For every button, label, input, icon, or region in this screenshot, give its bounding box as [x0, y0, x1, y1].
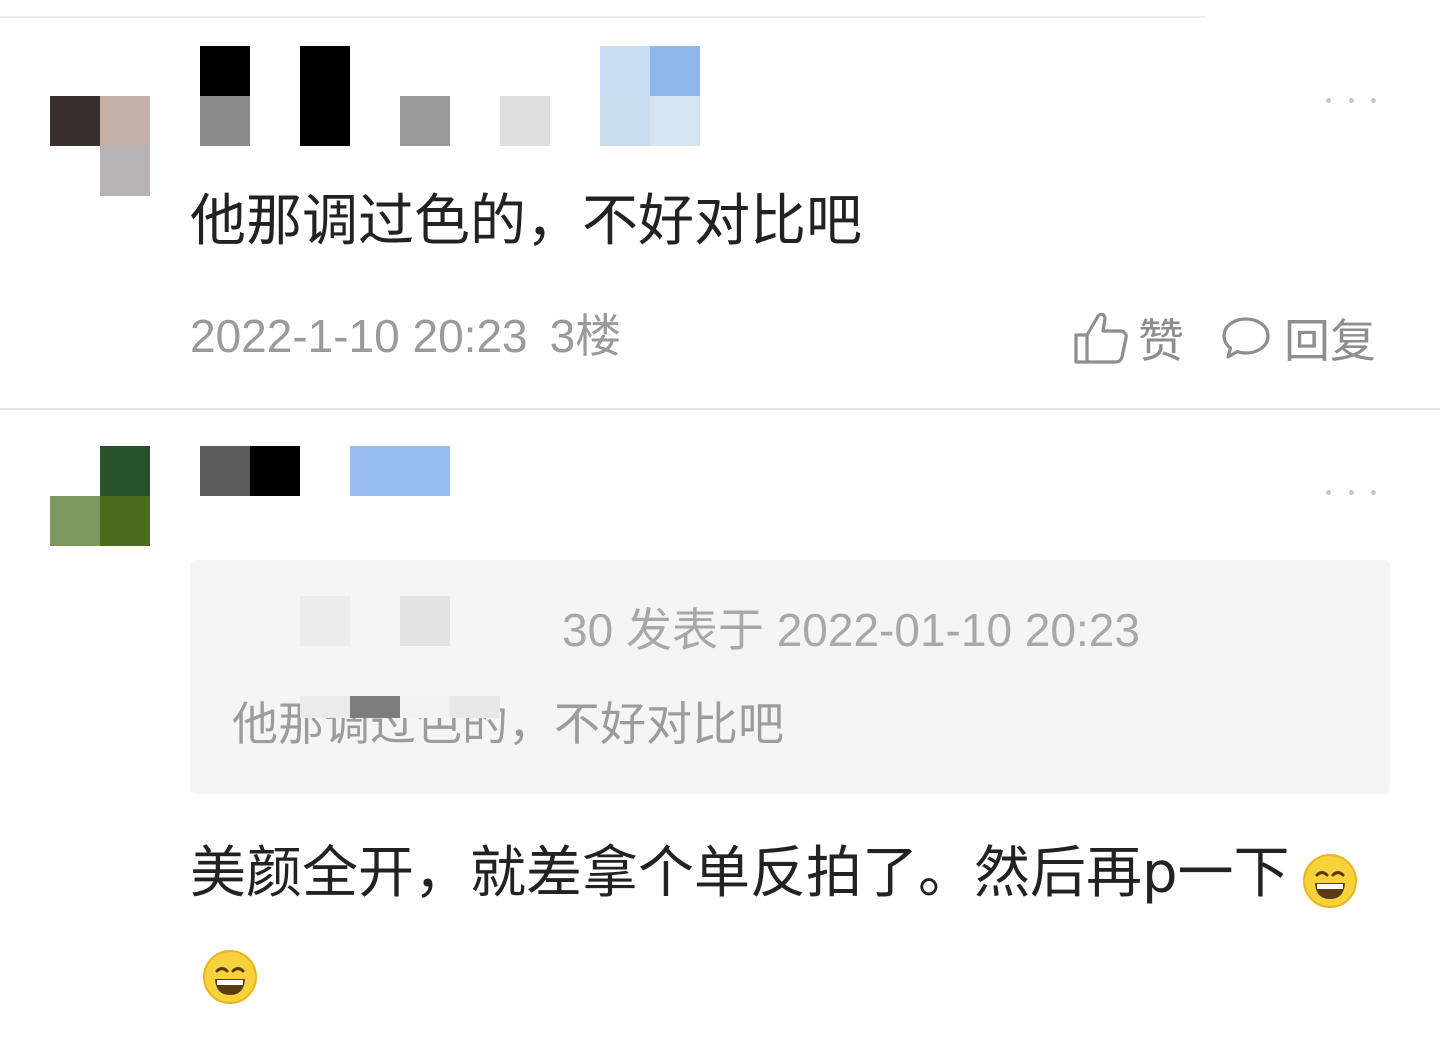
username-redacted[interactable]: [200, 446, 450, 496]
floor-number: 3楼: [549, 310, 622, 362]
comment-divider: [0, 408, 1440, 410]
thumbs-up-icon: [1072, 309, 1130, 367]
like-button[interactable]: 赞: [1072, 305, 1184, 371]
comment-text: 他那调过色的，不好对比吧: [190, 189, 862, 254]
speech-bubble-icon: [1220, 312, 1272, 364]
comment-body: 美颜全开，就差拿个单反拍了。然后再p一下: [190, 841, 1290, 906]
quoted-meta: 30 发表于 2022-01-10 20:23: [562, 604, 1140, 656]
comment-list: 他那调过色的，不好对比吧 2022-1-10 20:23 3楼 赞 回复 30 …: [0, 0, 1440, 1046]
comment-time: 2022-1-10 20:23: [190, 310, 528, 362]
grinning-face-emoji: [202, 939, 258, 1004]
comment-meta: 2022-1-10 20:23 3楼: [190, 306, 621, 366]
more-dots-icon[interactable]: [1326, 95, 1376, 105]
username-redacted[interactable]: [200, 46, 700, 146]
top-divider: [0, 16, 1205, 18]
avatar[interactable]: [50, 446, 150, 546]
quoted-username-redacted: [300, 596, 550, 646]
reply-button[interactable]: 回复: [1220, 305, 1376, 371]
reply-label: 回复: [1284, 314, 1376, 368]
quoted-text-redaction: [300, 696, 500, 718]
comment-actions: 赞 回复: [1072, 306, 1376, 370]
like-label: 赞: [1138, 314, 1184, 368]
avatar[interactable]: [50, 46, 150, 196]
grinning-face-emoji: [1302, 843, 1358, 908]
more-dots-icon[interactable]: [1326, 487, 1376, 497]
comment-text: 美颜全开，就差拿个单反拍了。然后再p一下: [190, 826, 1370, 1018]
